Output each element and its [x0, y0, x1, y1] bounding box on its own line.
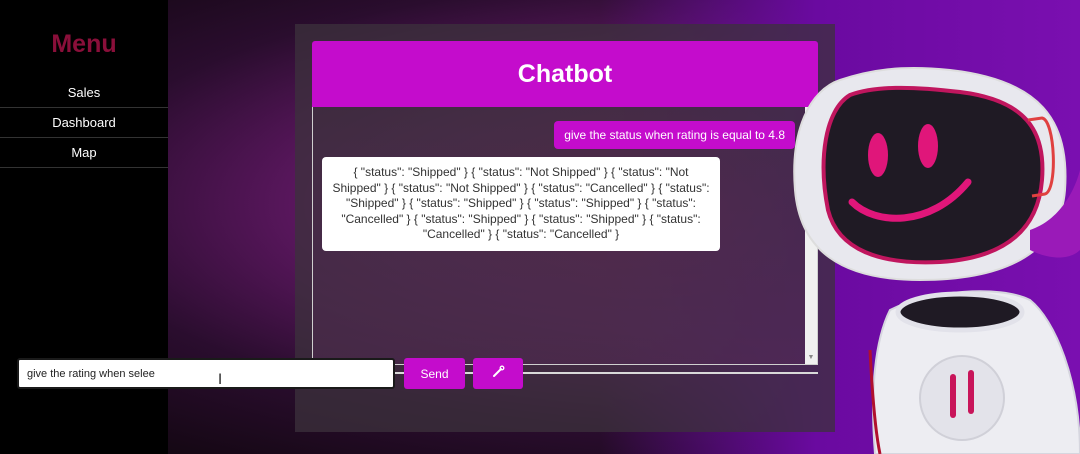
sidebar-item-map[interactable]: Map [0, 138, 168, 168]
robot-mascot-icon [793, 67, 1080, 454]
chat-input[interactable] [17, 358, 395, 389]
sidebar-item-sales[interactable]: Sales [0, 78, 168, 108]
bot-message: { "status": "Shipped" } { "status": "Not… [322, 157, 720, 251]
microphone-icon [491, 365, 505, 382]
send-button[interactable]: Send [404, 358, 465, 389]
chat-messages: give the status when rating is equal to … [312, 107, 818, 365]
text-cursor-icon: I [218, 372, 223, 388]
user-message: give the status when rating is equal to … [554, 121, 795, 149]
microphone-button[interactable] [473, 358, 523, 389]
menu-title: Menu [51, 30, 117, 58]
sidebar-item-dashboard[interactable]: Dashboard [0, 108, 168, 138]
menu-list: Sales Dashboard Map [0, 78, 168, 168]
chatbot-title: Chatbot [312, 41, 818, 107]
